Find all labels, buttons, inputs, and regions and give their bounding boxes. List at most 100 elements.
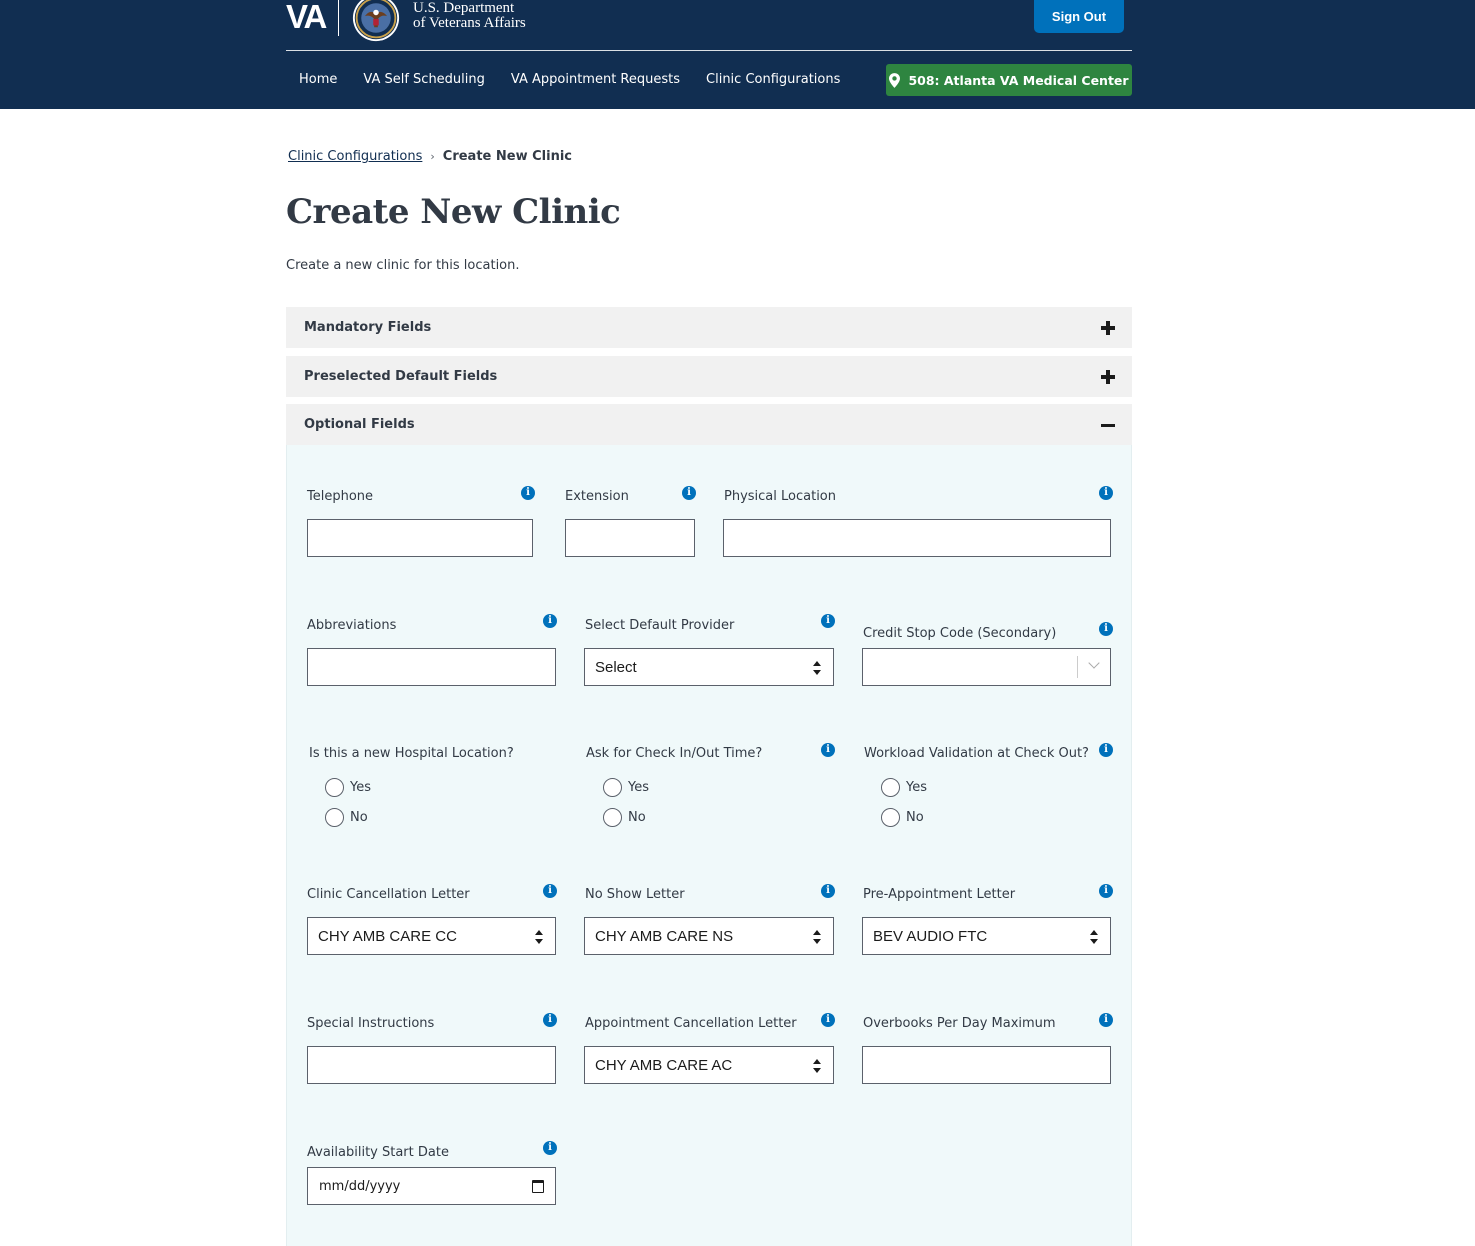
clinic-cancellation-select[interactable]: CHY AMB CARE CC (307, 917, 556, 955)
va-logo[interactable]: VA (286, 0, 327, 34)
map-pin-icon (889, 72, 901, 88)
pre-appointment-letter-value: BEV AUDIO FTC (873, 927, 988, 945)
appointment-cancellation-label: Appointment Cancellation Letter (585, 1016, 797, 1031)
telephone-input[interactable] (307, 519, 533, 557)
hospital-location-label: Is this a new Hospital Location? (309, 746, 514, 761)
plus-icon[interactable] (1101, 369, 1115, 384)
availability-start-label: Availability Start Date (307, 1145, 449, 1160)
logo-divider (338, 0, 339, 36)
hospital-location-no-radio[interactable]: No (325, 808, 368, 827)
appointment-cancellation-select[interactable]: CHY AMB CARE AC (584, 1046, 834, 1084)
accordion-title: Mandatory Fields (304, 320, 432, 335)
va-seal-icon (352, 0, 400, 42)
facility-label: 508: Atlanta VA Medical Center (908, 72, 1129, 88)
abbreviations-input[interactable] (307, 648, 556, 686)
hospital-location-yes-radio[interactable]: Yes (325, 778, 371, 797)
info-icon[interactable]: i (1099, 743, 1113, 757)
radio-label: No (906, 810, 924, 825)
info-icon[interactable]: i (543, 1141, 557, 1155)
department-line-1: U.S. Department (413, 0, 515, 16)
workload-validation-yes-radio[interactable]: Yes (881, 778, 927, 797)
pre-appointment-letter-select[interactable]: BEV AUDIO FTC (862, 917, 1111, 955)
nav-clinic-configurations[interactable]: Clinic Configurations (693, 70, 853, 90)
info-icon[interactable]: i (1099, 1013, 1113, 1027)
main-nav: Home VA Self Scheduling VA Appointment R… (286, 70, 853, 90)
special-instructions-label: Special Instructions (307, 1016, 435, 1031)
accordion-mandatory-fields[interactable]: Mandatory Fields (286, 307, 1132, 348)
clinic-cancellation-label: Clinic Cancellation Letter (307, 887, 470, 902)
info-icon[interactable]: i (1099, 486, 1113, 500)
workload-validation-no-radio[interactable]: No (881, 808, 924, 827)
check-in-out-yes-radio[interactable]: Yes (603, 778, 649, 797)
overbooks-input[interactable] (862, 1046, 1111, 1084)
info-icon[interactable]: i (682, 486, 696, 500)
info-icon[interactable]: i (821, 614, 835, 628)
header-divider (286, 50, 1132, 51)
chevron-down-icon[interactable] (1088, 657, 1100, 669)
overbooks-label: Overbooks Per Day Maximum (863, 1016, 1056, 1031)
workload-validation-label: Workload Validation at Check Out? (864, 746, 1089, 761)
optional-fields-panel (286, 445, 1132, 1246)
select-arrows-icon (1090, 930, 1098, 944)
nav-home[interactable]: Home (286, 70, 350, 90)
info-icon[interactable]: i (821, 884, 835, 898)
minus-icon[interactable] (1101, 418, 1115, 432)
info-icon[interactable]: i (543, 1013, 557, 1027)
info-icon[interactable]: i (1099, 622, 1113, 636)
no-show-letter-value: CHY AMB CARE NS (595, 927, 734, 945)
info-icon[interactable]: i (1099, 884, 1113, 898)
nav-va-appointment-requests[interactable]: VA Appointment Requests (498, 70, 693, 90)
physical-location-input[interactable] (723, 519, 1111, 557)
appointment-cancellation-value: CHY AMB CARE AC (595, 1056, 733, 1074)
breadcrumb-clinic-configurations[interactable]: Clinic Configurations (288, 149, 422, 164)
calendar-icon[interactable] (532, 1179, 544, 1193)
check-in-out-label: Ask for Check In/Out Time? (586, 746, 763, 761)
radio-circle[interactable] (325, 808, 344, 827)
combobox-separator (1077, 656, 1078, 678)
clinic-cancellation-value: CHY AMB CARE CC (318, 927, 457, 945)
info-icon[interactable]: i (521, 486, 535, 500)
radio-circle[interactable] (881, 778, 900, 797)
plus-icon[interactable] (1101, 320, 1115, 335)
extension-input[interactable] (565, 519, 695, 557)
info-icon[interactable]: i (543, 884, 557, 898)
info-icon[interactable]: i (543, 614, 557, 628)
telephone-label: Telephone (307, 489, 374, 504)
page-subtitle: Create a new clinic for this location. (286, 258, 520, 273)
default-provider-label: Select Default Provider (585, 618, 735, 633)
select-arrows-icon (813, 930, 821, 944)
date-placeholder: mm/dd/yyyy (319, 1178, 401, 1194)
default-provider-select[interactable]: Select (584, 648, 834, 686)
radio-circle[interactable] (603, 808, 622, 827)
nav-va-self-scheduling[interactable]: VA Self Scheduling (350, 70, 498, 90)
select-arrows-icon (535, 930, 543, 944)
special-instructions-input[interactable] (307, 1046, 556, 1084)
breadcrumb: Clinic Configurations › Create New Clini… (288, 149, 572, 164)
availability-start-date-input[interactable]: mm/dd/yyyy (307, 1167, 556, 1205)
radio-circle[interactable] (603, 778, 622, 797)
breadcrumb-separator: › (430, 150, 435, 163)
accordion-title: Preselected Default Fields (304, 369, 498, 384)
abbreviations-label: Abbreviations (307, 618, 397, 633)
credit-stop-code-combobox[interactable] (862, 648, 1111, 686)
default-provider-value: Select (595, 658, 637, 676)
check-in-out-no-radio[interactable]: No (603, 808, 646, 827)
department-line-2: of Veterans Affairs (413, 15, 526, 31)
radio-circle[interactable] (325, 778, 344, 797)
select-arrows-icon (813, 661, 821, 675)
extension-label: Extension (565, 489, 629, 504)
physical-location-label: Physical Location (724, 489, 836, 504)
accordion-title: Optional Fields (304, 417, 415, 432)
sign-out-button[interactable]: Sign Out (1034, 0, 1124, 33)
facility-selector-button[interactable]: 508: Atlanta VA Medical Center (886, 64, 1132, 96)
accordion-preselected-default-fields[interactable]: Preselected Default Fields (286, 356, 1132, 397)
department-name: U.S. Department of Veterans Affairs (413, 1, 526, 31)
radio-label: No (628, 810, 646, 825)
credit-stop-code-label: Credit Stop Code (Secondary) (863, 626, 1057, 641)
radio-circle[interactable] (881, 808, 900, 827)
info-icon[interactable]: i (821, 743, 835, 757)
site-header: VA U.S. Department of Veterans Affairs S… (0, 0, 1475, 109)
no-show-letter-select[interactable]: CHY AMB CARE NS (584, 917, 834, 955)
accordion-optional-fields[interactable]: Optional Fields (286, 404, 1132, 445)
info-icon[interactable]: i (821, 1013, 835, 1027)
